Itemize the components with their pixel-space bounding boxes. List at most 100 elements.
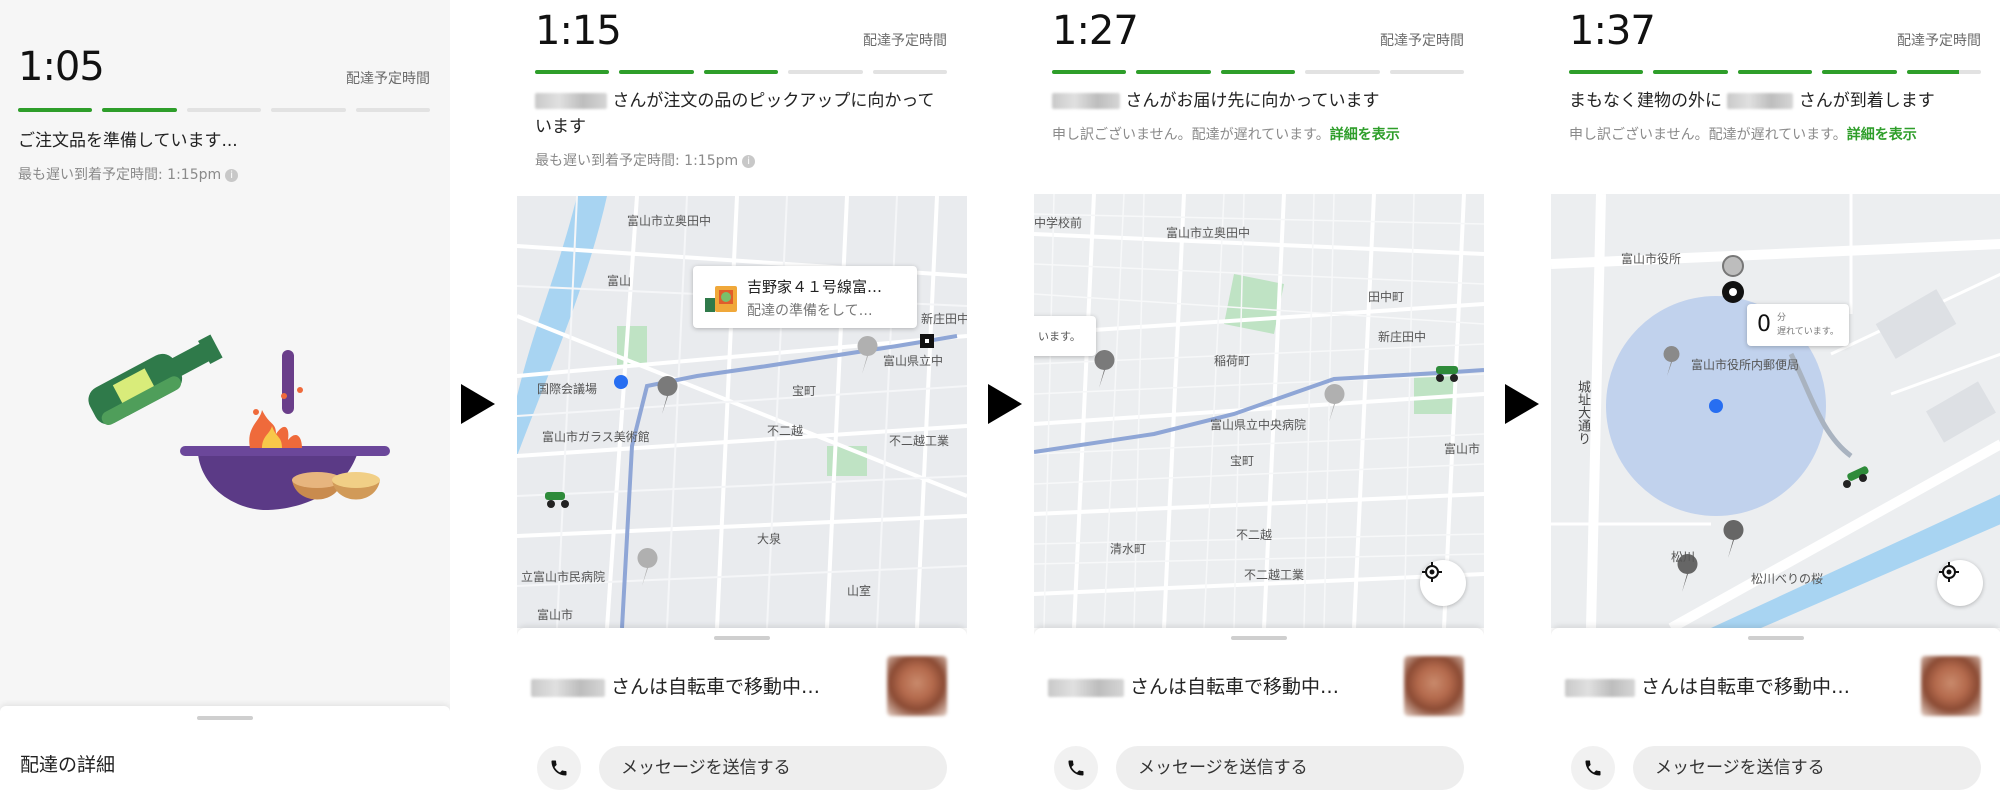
sheet-handle[interactable] [1231,636,1287,640]
recenter-button[interactable] [1937,560,1983,606]
eta-label: 配達予定時間 [1380,33,1464,49]
show-details-link[interactable]: 詳細を表示 [1330,127,1400,143]
message-input[interactable]: メッセージを送信する [1633,746,1981,790]
sheet-handle[interactable] [714,636,770,640]
courier-sheet[interactable]: さんは自転車で移動中… メッセージを送信する [1034,628,1484,808]
map-label: 城址大通り [1575,380,1590,445]
sheet-handle[interactable] [197,716,253,720]
courier-name-redacted [1565,678,1635,697]
map-label: 不二越工業 [889,434,950,448]
map-label: 富山市立奥田中 [627,214,712,228]
phone-icon [551,760,567,776]
message-input[interactable]: メッセージを送信する [1116,746,1464,790]
delay-unit: 分 [1777,313,1787,323]
courier-status-text: さんは自転車で移動中… [611,676,821,698]
location-target-icon [1939,562,1959,582]
info-icon[interactable]: i [225,168,239,182]
delay-notice: 申し訳ございません。配達が遅れています。詳細を表示 [1052,124,1462,146]
details-sheet[interactable]: 配達の詳細 [0,706,450,808]
courier-name-redacted [531,678,605,697]
map-label: 国際会議場 [537,382,598,396]
map-roads [1551,194,2000,628]
sheet-handle[interactable] [1748,636,1804,640]
courier-name-redacted [535,93,607,109]
call-button[interactable] [1054,746,1098,790]
map-label: 不二越 [1236,528,1273,542]
map-label: 立富山市民病院 [521,570,606,584]
map-view[interactable]: 中学校前 富山市立奥田中 田中町 新庄田中 稲荷町 富山県立中央病院 宝町 清水… [1034,194,1484,628]
eta-label: 配達予定時間 [346,71,430,87]
courier-sheet[interactable]: さんは自転車で移動中… メッセージを送信する [1551,628,2000,808]
map-roads [517,196,967,628]
status-message: さんがお届け先に向かっています [1125,91,1380,111]
eta-time: 1:27 [1052,8,1139,54]
courier-avatar [1404,656,1464,716]
map-label: 富山市役所内郵便局 [1691,358,1800,372]
courier-avatar [887,656,947,716]
latest-arrival-text: 最も遅い到着予定時間: 1:15pm [535,153,739,169]
latest-arrival: 最も遅い到着予定時間: 1:15pm i [535,150,945,172]
map-label: 不二越 [767,424,804,438]
progress-bar [535,70,948,75]
map-label: 清水町 [1110,542,1147,556]
map-label: 新庄田中 [1378,330,1427,344]
map-view[interactable]: 富山市役所 富山市役所内郵便局 城址大通り 松川 松川べりの桜 0 分 遅れてい… [1551,194,2000,628]
courier-avatar [1921,656,1981,716]
map-label: 富山市ガラス美術館 [542,430,650,444]
restaurant-name: 吉野家４１号線富… [747,278,883,296]
map-label: 宝町 [792,384,817,398]
delay-text: 申し訳ございません。配達が遅れています。 [1569,127,1847,143]
delay-callout-text: 遅れています。 [1777,327,1839,337]
delay-text: 申し訳ございません。配達が遅れています。 [1052,127,1330,143]
eta-time: 1:05 [18,44,105,90]
status-text: さんがお届け先に向かっています [1052,88,1462,114]
map-label: 富山市役所 [1621,252,1682,266]
panel-pickup: 1:15 配達予定時間 さんが注文の品のピックアップに向かっています 最も遅い到… [517,0,967,808]
courier-name-redacted [1048,678,1124,697]
status-text: ご注文品を準備しています... [18,131,238,151]
recenter-button[interactable] [1420,560,1466,606]
courier-name-redacted [1052,93,1120,109]
map-label: 稲荷町 [1214,354,1251,368]
status-text: まもなく建物の外に さんが到着します [1569,88,1979,114]
location-target-icon [1422,562,1442,582]
map-label: 田中町 [1368,290,1405,304]
map-label: 新庄田中 [921,312,967,326]
info-icon[interactable]: i [742,154,756,168]
map-label: 松川 [1671,550,1696,564]
map-label: 富山市 [537,608,574,622]
eta-time: 1:37 [1569,8,1656,54]
restaurant-callout[interactable]: 吉野家４１号線富… 配達の準備をして… [693,266,917,328]
delay-callout: 0 分 遅れています。 [1747,304,1849,346]
call-button[interactable] [1571,746,1615,790]
call-button[interactable] [537,746,581,790]
map-view[interactable]: 富山市立奥田中 富山 国際会議場 富山市ガラス美術館 宝町 不二越 不二越工業 … [517,196,967,628]
panel-preparing: 1:05 配達予定時間 ご注文品を準備しています... 最も遅い到着予定時間: … [0,0,450,808]
map-label: 富山県立中 [883,354,944,368]
message-input[interactable]: メッセージを送信する [599,746,947,790]
progress-bar [1569,70,1982,75]
phone-icon [1068,760,1084,776]
latest-arrival-text: 最も遅い到着予定時間: 1:15pm [18,167,222,183]
delay-notice: 申し訳ございません。配達が遅れています。詳細を表示 [1569,124,1979,146]
callout-text: います。 [1038,330,1081,343]
panel-delivering: 1:27 配達予定時間 さんがお届け先に向かっています 申し訳ございません。配達… [1034,0,1484,808]
delivery-details-title: 配達の詳細 [20,754,116,776]
map-label: 中学校前 [1034,216,1083,230]
next-arrow-icon [461,384,495,424]
courier-name-redacted [1727,93,1794,109]
progress-bar [18,108,431,113]
map-label: 不二越工業 [1244,568,1305,582]
status-message-end: さんが到着します [1798,91,1935,111]
latest-arrival: 最も遅い到着予定時間: 1:15pm i [18,164,428,186]
status-text: さんが注文の品のピックアップに向かっています [535,88,945,141]
eta-label: 配達予定時間 [1897,33,1981,49]
phone-icon [1585,760,1601,776]
courier-sheet[interactable]: さんは自転車で移動中… メッセージを送信する [517,628,967,808]
panel-arriving: 1:37 配達予定時間 まもなく建物の外に さんが到着します 申し訳ございません… [1551,0,2000,808]
status-message: まもなく建物の外に [1569,91,1722,111]
show-details-link[interactable]: 詳細を表示 [1847,127,1917,143]
restaurant-icon [705,286,737,312]
map-label: 富山市 [1444,442,1481,456]
eta-label: 配達予定時間 [863,33,947,49]
